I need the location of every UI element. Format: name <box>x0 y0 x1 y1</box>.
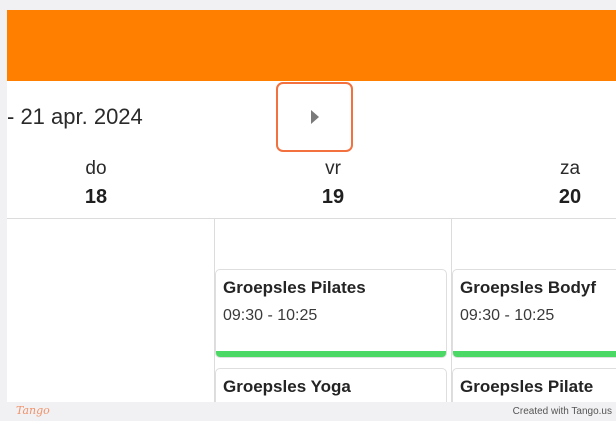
triangle-right-icon <box>310 110 319 124</box>
header-divider <box>7 218 616 219</box>
next-week-button[interactable] <box>276 82 353 152</box>
event-time: 09:30 - 10:25 <box>223 307 318 324</box>
event-card-bodyfit-saturday[interactable]: Groepsles Bodyf 09:30 - 10:25 <box>452 269 616 358</box>
event-title: Groepsles Pilate <box>460 377 594 396</box>
event-time: 09:30 - 10:25 <box>460 307 555 324</box>
event-card-yoga-friday[interactable]: Groepsles Yoga <box>215 368 447 402</box>
date-range-label: - 21 apr. 2024 <box>7 104 143 129</box>
event-card-pilates-saturday[interactable]: Groepsles Pilate <box>452 368 616 402</box>
day-number: 18 <box>84 186 108 208</box>
calendar-frame: - 21 apr. 2024 do 18 vr 19 za 20 Groepsl… <box>7 10 616 402</box>
event-title: Groepsles Bodyf <box>460 278 597 297</box>
event-title: Groepsles Pilates <box>223 278 366 297</box>
day-header-friday: vr 19 <box>273 158 393 209</box>
header-bar <box>7 10 616 81</box>
day-header-thursday: do 18 <box>36 158 156 209</box>
day-name: za <box>559 158 581 179</box>
event-status-bar <box>216 351 446 357</box>
day-number: 19 <box>321 186 345 208</box>
event-status-bar <box>453 351 616 357</box>
day-header-saturday: za 20 <box>510 158 616 209</box>
day-name: do <box>85 158 107 179</box>
day-name: vr <box>325 158 341 179</box>
event-card-pilates-friday[interactable]: Groepsles Pilates 09:30 - 10:25 <box>215 269 447 358</box>
tango-logo: Tango <box>16 404 50 417</box>
tango-credit: Created with Tango.us <box>512 406 612 417</box>
event-title: Groepsles Yoga <box>223 377 351 396</box>
footer-bar: Tango Created with Tango.us <box>0 402 616 421</box>
day-number: 20 <box>558 186 582 208</box>
